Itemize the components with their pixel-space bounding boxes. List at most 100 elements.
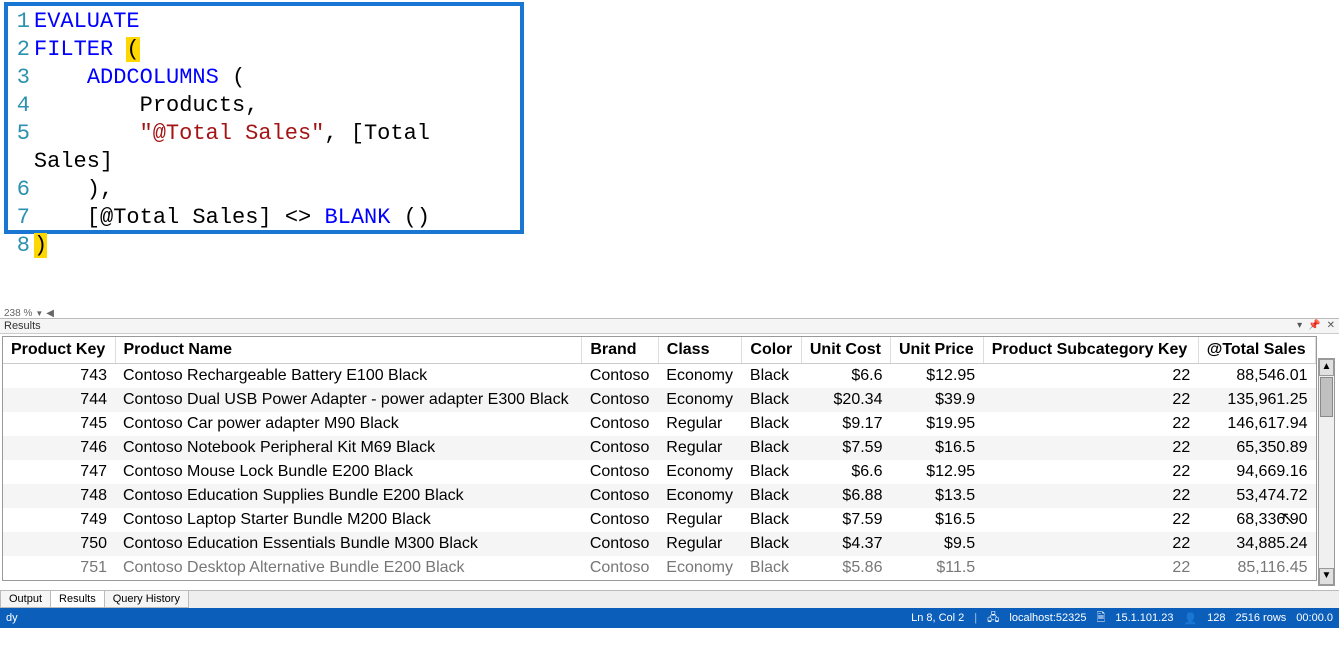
code-line[interactable]: 1EVALUATE — [8, 8, 520, 36]
table-cell[interactable]: 751 — [3, 556, 115, 580]
table-cell[interactable]: 22 — [983, 508, 1198, 532]
table-cell[interactable]: $13.5 — [890, 484, 983, 508]
table-row[interactable]: 748Contoso Education Supplies Bundle E20… — [3, 484, 1316, 508]
table-cell[interactable]: Contoso Education Supplies Bundle E200 B… — [115, 484, 582, 508]
table-cell[interactable]: Black — [742, 460, 801, 484]
table-cell[interactable]: $4.37 — [801, 532, 890, 556]
table-cell[interactable]: Contoso Mouse Lock Bundle E200 Black — [115, 460, 582, 484]
table-cell[interactable]: 135,961.25 — [1198, 388, 1315, 412]
table-cell[interactable]: Black — [742, 484, 801, 508]
table-cell[interactable]: 22 — [983, 484, 1198, 508]
column-header[interactable]: Product Subcategory Key — [983, 337, 1198, 364]
table-cell[interactable]: 743 — [3, 364, 115, 389]
results-grid[interactable]: Product KeyProduct NameBrandClassColorUn… — [3, 337, 1316, 580]
panel-pin-icon[interactable]: 📌 — [1308, 320, 1320, 331]
code-line[interactable]: 6 ), — [8, 176, 520, 204]
table-row[interactable]: 744Contoso Dual USB Power Adapter - powe… — [3, 388, 1316, 412]
table-cell[interactable]: Contoso — [582, 556, 658, 580]
table-cell[interactable]: Contoso Notebook Peripheral Kit M69 Blac… — [115, 436, 582, 460]
table-cell[interactable]: $39.9 — [890, 388, 983, 412]
column-header[interactable]: Product Key — [3, 337, 115, 364]
table-cell[interactable]: $5.86 — [801, 556, 890, 580]
table-row[interactable]: 743Contoso Rechargeable Battery E100 Bla… — [3, 364, 1316, 389]
table-cell[interactable]: $6.88 — [801, 484, 890, 508]
table-cell[interactable]: Regular — [658, 436, 742, 460]
results-vertical-scrollbar[interactable]: ▲ ▼ — [1318, 358, 1335, 586]
zoom-control[interactable]: 238 % ▼ ◀ — [4, 308, 54, 319]
table-cell[interactable]: Economy — [658, 484, 742, 508]
table-cell[interactable]: Contoso — [582, 532, 658, 556]
line-content[interactable]: Products, — [34, 92, 258, 120]
column-header[interactable]: @Total Sales — [1198, 337, 1315, 364]
panel-dropdown-icon[interactable]: ▾ — [1297, 320, 1302, 331]
table-row[interactable]: 745Contoso Car power adapter M90 BlackCo… — [3, 412, 1316, 436]
table-cell[interactable]: 749 — [3, 508, 115, 532]
table-cell[interactable]: $19.95 — [890, 412, 983, 436]
table-cell[interactable]: Contoso — [582, 460, 658, 484]
table-cell[interactable]: 146,617.94 — [1198, 412, 1315, 436]
table-cell[interactable]: 53,474.72 — [1198, 484, 1315, 508]
table-cell[interactable]: $7.59 — [801, 508, 890, 532]
column-header[interactable]: Product Name — [115, 337, 582, 364]
scroll-up-button[interactable]: ▲ — [1319, 359, 1334, 376]
table-cell[interactable]: Contoso — [582, 436, 658, 460]
scroll-thumb[interactable] — [1320, 377, 1333, 417]
table-cell[interactable]: 22 — [983, 388, 1198, 412]
table-cell[interactable]: Black — [742, 436, 801, 460]
table-row[interactable]: 747Contoso Mouse Lock Bundle E200 BlackC… — [3, 460, 1316, 484]
results-header-row[interactable]: Product KeyProduct NameBrandClassColorUn… — [3, 337, 1316, 364]
table-cell[interactable]: 745 — [3, 412, 115, 436]
code-line[interactable]: 4 Products, — [8, 92, 520, 120]
line-content[interactable]: [@Total Sales] <> BLANK () — [34, 204, 430, 232]
code-content[interactable]: 1EVALUATE2FILTER (3 ADDCOLUMNS (4 Produc… — [8, 6, 520, 262]
table-cell[interactable]: 22 — [983, 364, 1198, 389]
tab-results[interactable]: Results — [50, 591, 105, 608]
line-content[interactable]: EVALUATE — [34, 8, 140, 36]
code-line[interactable]: 2FILTER ( — [8, 36, 520, 64]
table-cell[interactable]: Economy — [658, 460, 742, 484]
table-row[interactable]: 749Contoso Laptop Starter Bundle M200 Bl… — [3, 508, 1316, 532]
tab-query-history[interactable]: Query History — [104, 591, 189, 608]
column-header[interactable]: Color — [742, 337, 801, 364]
table-cell[interactable]: Black — [742, 508, 801, 532]
code-line[interactable]: 5 "@Total Sales", [Total Sales] — [8, 120, 520, 176]
zoom-scroll-left-icon[interactable]: ◀ — [46, 308, 54, 319]
table-cell[interactable]: Economy — [658, 364, 742, 389]
scroll-down-button[interactable]: ▼ — [1319, 568, 1334, 585]
table-cell[interactable]: Contoso Laptop Starter Bundle M200 Black — [115, 508, 582, 532]
table-cell[interactable]: Contoso — [582, 412, 658, 436]
table-cell[interactable]: 22 — [983, 436, 1198, 460]
line-content[interactable]: ), — [34, 176, 113, 204]
table-cell[interactable]: Contoso Education Essentials Bundle M300… — [115, 532, 582, 556]
column-header[interactable]: Class — [658, 337, 742, 364]
table-cell[interactable]: $12.95 — [890, 364, 983, 389]
column-header[interactable]: Brand — [582, 337, 658, 364]
table-cell[interactable]: $6.6 — [801, 460, 890, 484]
table-cell[interactable]: 744 — [3, 388, 115, 412]
line-content[interactable]: FILTER ( — [34, 36, 140, 64]
column-header[interactable]: Unit Cost — [801, 337, 890, 364]
table-row[interactable]: 746Contoso Notebook Peripheral Kit M69 B… — [3, 436, 1316, 460]
code-line[interactable]: 8) — [8, 232, 520, 260]
table-cell[interactable]: 746 — [3, 436, 115, 460]
table-cell[interactable]: $16.5 — [890, 508, 983, 532]
panel-close-icon[interactable]: ✕ — [1327, 320, 1335, 331]
table-cell[interactable]: Regular — [658, 412, 742, 436]
line-content[interactable]: ADDCOLUMNS ( — [34, 64, 245, 92]
table-cell[interactable]: Contoso — [582, 364, 658, 389]
table-cell[interactable]: Contoso Car power adapter M90 Black — [115, 412, 582, 436]
table-cell[interactable]: 68,336.90 — [1198, 508, 1315, 532]
line-content[interactable]: ) — [34, 232, 47, 260]
table-cell[interactable]: 85,116.45 — [1198, 556, 1315, 580]
table-cell[interactable]: 22 — [983, 556, 1198, 580]
table-cell[interactable]: Economy — [658, 556, 742, 580]
table-cell[interactable]: Black — [742, 532, 801, 556]
table-cell[interactable]: Black — [742, 412, 801, 436]
table-cell[interactable]: 747 — [3, 460, 115, 484]
table-cell[interactable]: 94,669.16 — [1198, 460, 1315, 484]
table-cell[interactable]: $9.17 — [801, 412, 890, 436]
table-row[interactable]: 750Contoso Education Essentials Bundle M… — [3, 532, 1316, 556]
code-line[interactable]: 3 ADDCOLUMNS ( — [8, 64, 520, 92]
table-cell[interactable]: $6.6 — [801, 364, 890, 389]
table-cell[interactable]: Economy — [658, 388, 742, 412]
